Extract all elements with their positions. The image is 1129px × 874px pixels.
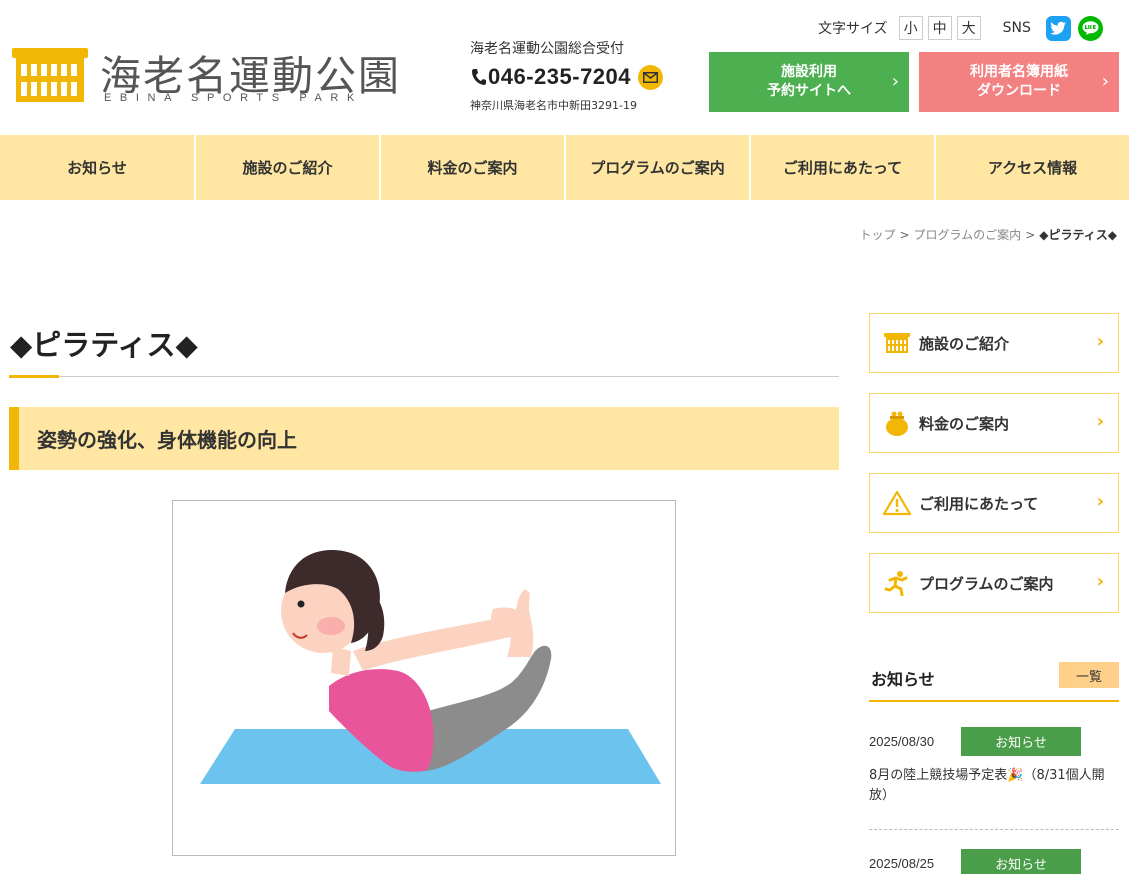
breadcrumb-programs-link[interactable]: プログラムのご案内 <box>914 228 1022 242</box>
news-category-badge: お知らせ <box>961 849 1081 874</box>
running-person-icon <box>883 569 911 597</box>
sidebar-link-usage[interactable]: ご利用にあたって › <box>869 473 1119 533</box>
breadcrumb-current: ◆ピラティス◆ <box>1039 228 1117 242</box>
news-text[interactable]: 8月の陸上競技場予定表🎉（8/31個人開放） <box>869 766 1119 806</box>
nav-item-news[interactable]: お知らせ <box>0 135 194 200</box>
pilates-woman-image <box>200 550 661 784</box>
phone-number[interactable]: 046-235-7204 <box>488 64 631 90</box>
news-item[interactable]: 2025/08/30 お知らせ 8月の陸上競技場予定表🎉（8/31個人開放） <box>869 727 1119 806</box>
breadcrumb-top-link[interactable]: トップ <box>859 228 895 242</box>
news-title: お知らせ <box>871 670 935 689</box>
phone-icon <box>472 69 486 85</box>
page-title: ◆ピラティス◆ <box>10 328 198 362</box>
reservation-site-label: 施設利用 予約サイトへ <box>767 64 851 99</box>
font-size-small-button[interactable]: 小 <box>898 16 923 40</box>
font-size-large-button[interactable]: 大 <box>956 16 981 40</box>
nav-item-programs[interactable]: プログラムのご案内 <box>564 135 749 200</box>
sidebar-link-label: 施設のご紹介 <box>919 334 1010 353</box>
news-category-badge: お知らせ <box>961 727 1081 756</box>
news-list-button[interactable]: 一覧 <box>1059 662 1119 688</box>
nav-item-facilities[interactable]: 施設のご紹介 <box>194 135 379 200</box>
breadcrumb-separator: > <box>1025 228 1036 242</box>
contact-address: 神奈川県海老名市中新田3291-19 <box>470 99 637 112</box>
news-date: 2025/08/25 <box>869 856 935 871</box>
news-item[interactable]: 2025/08/25 お知らせ <box>869 849 1119 874</box>
roster-download-label: 利用者名簿用紙 ダウンロード <box>970 64 1068 99</box>
stadium-logo-icon <box>12 48 88 102</box>
chevron-right-icon: › <box>1096 411 1104 432</box>
global-nav: お知らせ 施設のご紹介 料金のご案内 プログラムのご案内 ご利用にあたって アク… <box>0 135 1129 200</box>
sidebar-link-label: 料金のご案内 <box>919 414 1010 433</box>
twitter-icon[interactable] <box>1045 15 1071 41</box>
logo-subtitle: EBINA SPORTS PARK <box>104 92 363 104</box>
site-header: 海老名運動公園 EBINA SPORTS PARK 海老名運動公園総合受付 04… <box>0 0 1129 135</box>
news-meta: 2025/08/25 お知らせ <box>869 849 1119 874</box>
section-heading: 姿勢の強化、身体機能の向上 <box>9 407 839 470</box>
font-size-medium-button[interactable]: 中 <box>927 16 952 40</box>
roster-download-button[interactable]: 利用者名簿用紙 ダウンロード › <box>919 52 1119 112</box>
news-meta: 2025/08/30 お知らせ <box>869 727 1119 756</box>
chevron-right-icon: › <box>1096 491 1104 512</box>
pilates-illustration <box>172 500 676 856</box>
breadcrumb-separator: > <box>899 228 910 242</box>
mail-icon[interactable] <box>638 64 664 90</box>
line-icon[interactable] <box>1077 15 1103 41</box>
chevron-right-icon: › <box>891 71 899 92</box>
reservation-site-button[interactable]: 施設利用 予約サイトへ › <box>709 52 909 112</box>
contact-block: 海老名運動公園総合受付 046-235-7204 神奈川県海老名市中新田3291… <box>470 38 705 113</box>
news-date: 2025/08/30 <box>869 734 935 749</box>
sidebar-link-pricing[interactable]: 料金のご案内 › <box>869 393 1119 453</box>
sidebar-link-label: プログラムのご案内 <box>919 574 1054 593</box>
warning-icon <box>883 489 911 517</box>
sidebar-link-label: ご利用にあたって <box>919 494 1039 513</box>
nav-item-pricing[interactable]: 料金のご案内 <box>379 135 564 200</box>
coin-purse-icon <box>883 409 911 437</box>
title-divider-accent <box>9 375 59 378</box>
sidebar-link-programs[interactable]: プログラムのご案内 › <box>869 553 1119 613</box>
font-size-label: 文字サイズ <box>818 21 888 37</box>
font-size-controls: 文字サイズ 小 中 大 SNS <box>818 15 1110 41</box>
chevron-right-icon: › <box>1096 571 1104 592</box>
stadium-icon <box>883 329 911 357</box>
nav-item-usage[interactable]: ご利用にあたって <box>749 135 934 200</box>
nav-item-access[interactable]: アクセス情報 <box>934 135 1129 200</box>
news-header: お知らせ 一覧 <box>869 662 1119 702</box>
sidebar-link-facilities[interactable]: 施設のご紹介 › <box>869 313 1119 373</box>
title-divider <box>9 376 839 377</box>
site-logo[interactable]: 海老名運動公園 EBINA SPORTS PARK <box>10 42 400 108</box>
news-divider <box>869 829 1119 830</box>
sns-label: SNS <box>1002 20 1031 36</box>
chevron-right-icon: › <box>1101 71 1109 92</box>
contact-title: 海老名運動公園総合受付 <box>470 41 624 57</box>
chevron-right-icon: › <box>1096 331 1104 352</box>
contact-phone-row: 046-235-7204 <box>470 63 705 91</box>
breadcrumb: トップ > プログラムのご案内 > ◆ピラティス◆ <box>859 226 1117 243</box>
